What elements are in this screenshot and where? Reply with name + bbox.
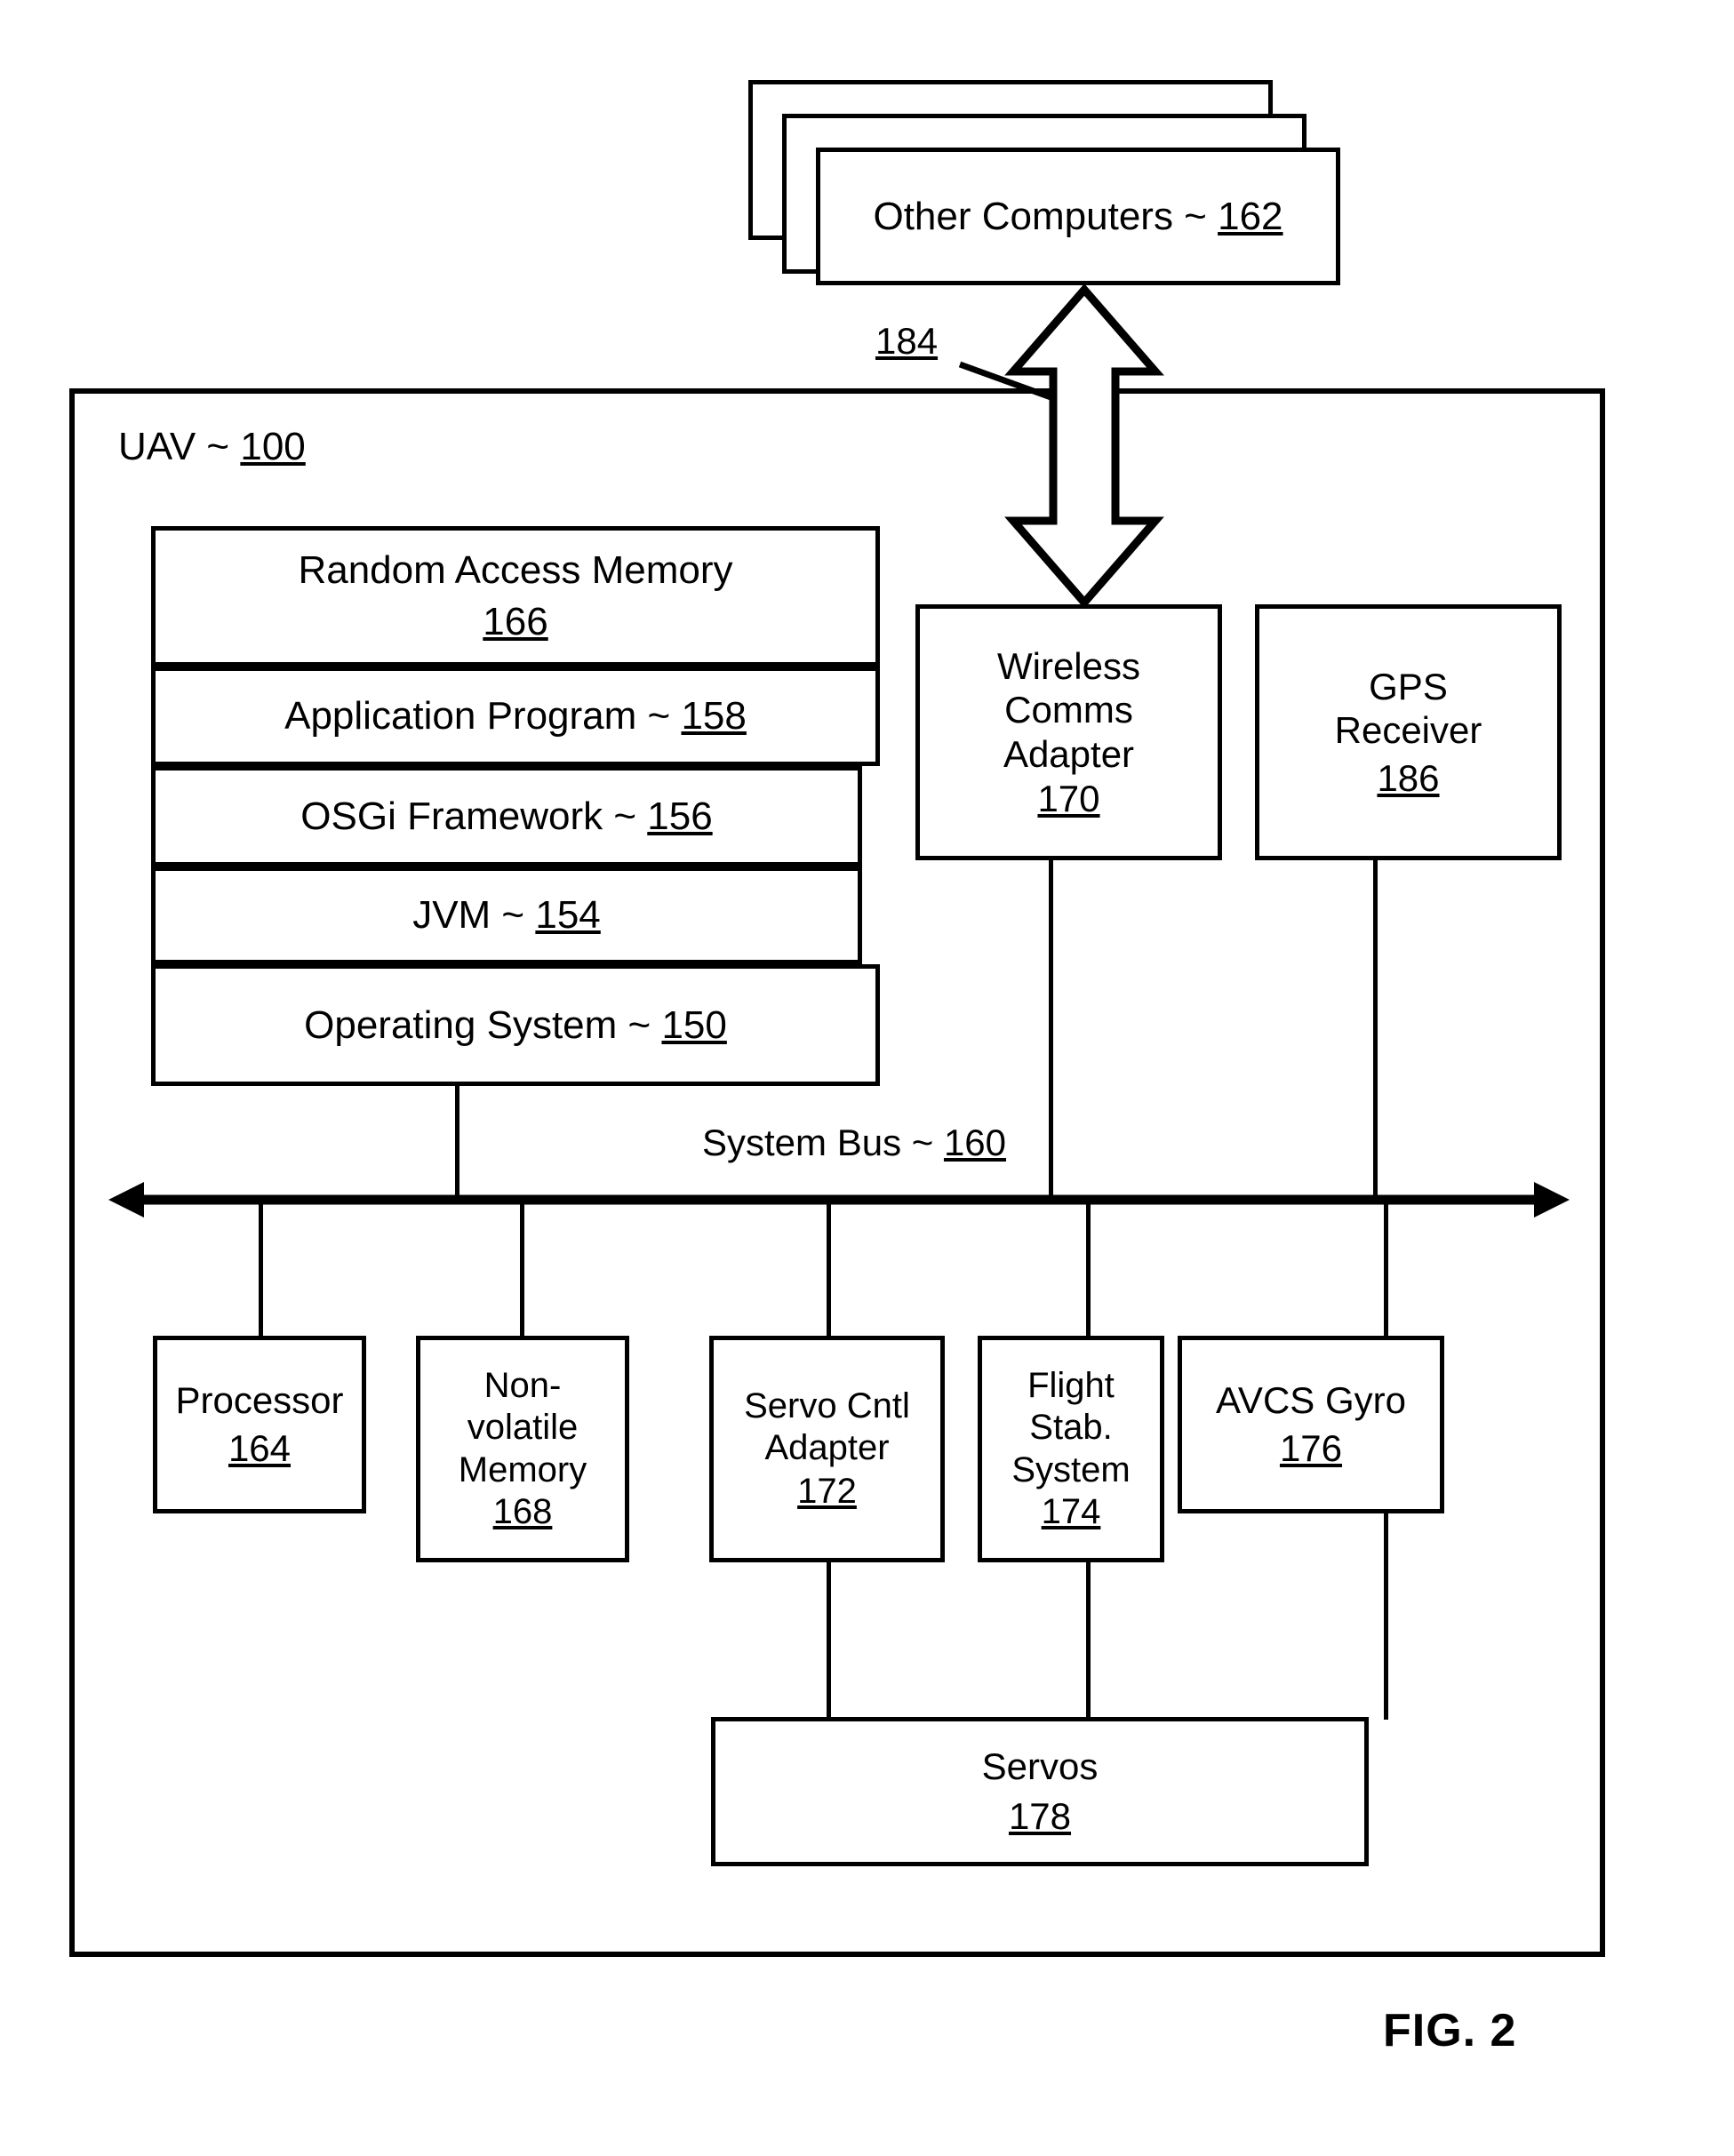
nonvolatile-line-3: Memory xyxy=(458,1449,587,1489)
link-184-leader-line xyxy=(958,361,1055,402)
application-program-box[interactable]: Application Program ~ 158 xyxy=(151,667,880,766)
connector-bus-to-nonvolatile xyxy=(520,1200,524,1338)
gps-line-1: GPS xyxy=(1369,665,1448,707)
other-computers-ref: 162 xyxy=(1218,194,1283,238)
avcs-gyro-label: AVCS Gyro xyxy=(1216,1379,1406,1422)
servo-adapter-line-2: Adapter xyxy=(764,1427,890,1467)
jvm-ref: 154 xyxy=(535,893,601,938)
flight-stab-ref: 174 xyxy=(1041,1491,1101,1531)
servos-ref: 178 xyxy=(1008,1795,1072,1837)
ram-label: Random Access Memory xyxy=(298,548,733,593)
avcs-gyro-box[interactable]: AVCS Gyro 176 xyxy=(1178,1336,1444,1513)
processor-box[interactable]: Processor 164 xyxy=(153,1336,366,1513)
servos-box[interactable]: Servos 178 xyxy=(711,1717,1369,1866)
servo-adapter-line-1: Servo Cntl xyxy=(744,1385,910,1425)
connector-flight-stab-to-servos xyxy=(1086,1560,1091,1720)
osgi-framework-ref: 156 xyxy=(647,794,713,838)
operating-system-label: Operating System ~ xyxy=(304,1002,662,1047)
wireless-comms-adapter-box[interactable]: Wireless Comms Adapter 170 xyxy=(915,604,1222,860)
figure-caption: FIG. 2 xyxy=(1383,2005,1517,2056)
nonvolatile-line-2: volatile xyxy=(467,1408,579,1448)
link-184-label: 184 xyxy=(875,320,938,363)
connector-avcs-gyro-to-servos xyxy=(1384,1511,1388,1720)
other-computers-box[interactable]: Other Computers ~ 162 xyxy=(816,148,1340,285)
servo-adapter-ref: 172 xyxy=(797,1472,857,1512)
connector-gps-to-bus xyxy=(1373,858,1378,1200)
system-bus-arrow xyxy=(108,1182,1570,1218)
osgi-framework-box[interactable]: OSGi Framework ~ 156 xyxy=(151,766,862,866)
ram-ref: 166 xyxy=(483,600,548,643)
nonvolatile-memory-box[interactable]: Non- volatile Memory 168 xyxy=(416,1336,629,1562)
processor-ref: 164 xyxy=(228,1427,292,1469)
system-bus-label: System Bus ~ 160 xyxy=(702,1122,1006,1164)
flight-stab-line-3: System xyxy=(1011,1449,1131,1489)
connector-bus-to-processor xyxy=(259,1200,263,1338)
wireless-line-1: Wireless xyxy=(996,644,1140,687)
connector-bus-to-servo-adapter xyxy=(827,1200,831,1338)
system-bus-text: System Bus ~ xyxy=(702,1122,944,1163)
link-184-ref: 184 xyxy=(875,320,939,362)
operating-system-ref: 150 xyxy=(661,1002,727,1047)
wireless-line-2: Comms xyxy=(1004,689,1133,731)
system-bus-ref: 160 xyxy=(943,1122,1007,1163)
avcs-gyro-ref: 176 xyxy=(1279,1427,1343,1469)
flight-stabilization-system-box[interactable]: Flight Stab. System 174 xyxy=(978,1336,1164,1562)
connector-wireless-to-bus xyxy=(1049,858,1053,1200)
other-computers-label: Other Computers ~ xyxy=(873,194,1219,238)
jvm-label: JVM ~ xyxy=(412,893,536,938)
random-access-memory-box[interactable]: Random Access Memory 166 xyxy=(151,526,880,667)
wireless-line-3: Adapter xyxy=(1003,733,1135,775)
servos-label: Servos xyxy=(981,1745,1099,1788)
servo-control-adapter-box[interactable]: Servo Cntl Adapter 172 xyxy=(709,1336,945,1562)
gps-line-2: Receiver xyxy=(1334,709,1482,752)
uav-title: UAV ~ 100 xyxy=(118,425,306,469)
connector-bus-to-flight-stab xyxy=(1086,1200,1091,1338)
operating-system-box[interactable]: Operating System ~ 150 xyxy=(151,964,880,1086)
gps-ref: 186 xyxy=(1377,756,1440,799)
application-program-ref: 158 xyxy=(681,694,747,739)
uav-title-ref: 100 xyxy=(240,425,306,468)
application-program-label: Application Program ~ xyxy=(284,694,682,739)
gps-receiver-box[interactable]: GPS Receiver 186 xyxy=(1255,604,1562,860)
connector-bus-to-avcs-gyro xyxy=(1384,1200,1388,1338)
processor-label: Processor xyxy=(175,1379,344,1422)
patent-figure-canvas: Other Computers ~ 162 184 UAV ~ 100 Rand… xyxy=(0,0,1734,2156)
nonvolatile-line-1: Non- xyxy=(483,1366,562,1406)
wireless-link-double-arrow xyxy=(1004,283,1164,609)
nonvolatile-ref: 168 xyxy=(492,1491,553,1531)
flight-stab-line-2: Stab. xyxy=(1029,1408,1113,1448)
osgi-framework-label: OSGi Framework ~ xyxy=(300,794,648,838)
uav-title-label: UAV ~ xyxy=(118,425,241,468)
wireless-ref: 170 xyxy=(1037,777,1100,819)
flight-stab-line-1: Flight xyxy=(1027,1366,1115,1406)
connector-servo-adapter-to-servos xyxy=(827,1560,831,1720)
jvm-box[interactable]: JVM ~ 154 xyxy=(151,866,862,964)
